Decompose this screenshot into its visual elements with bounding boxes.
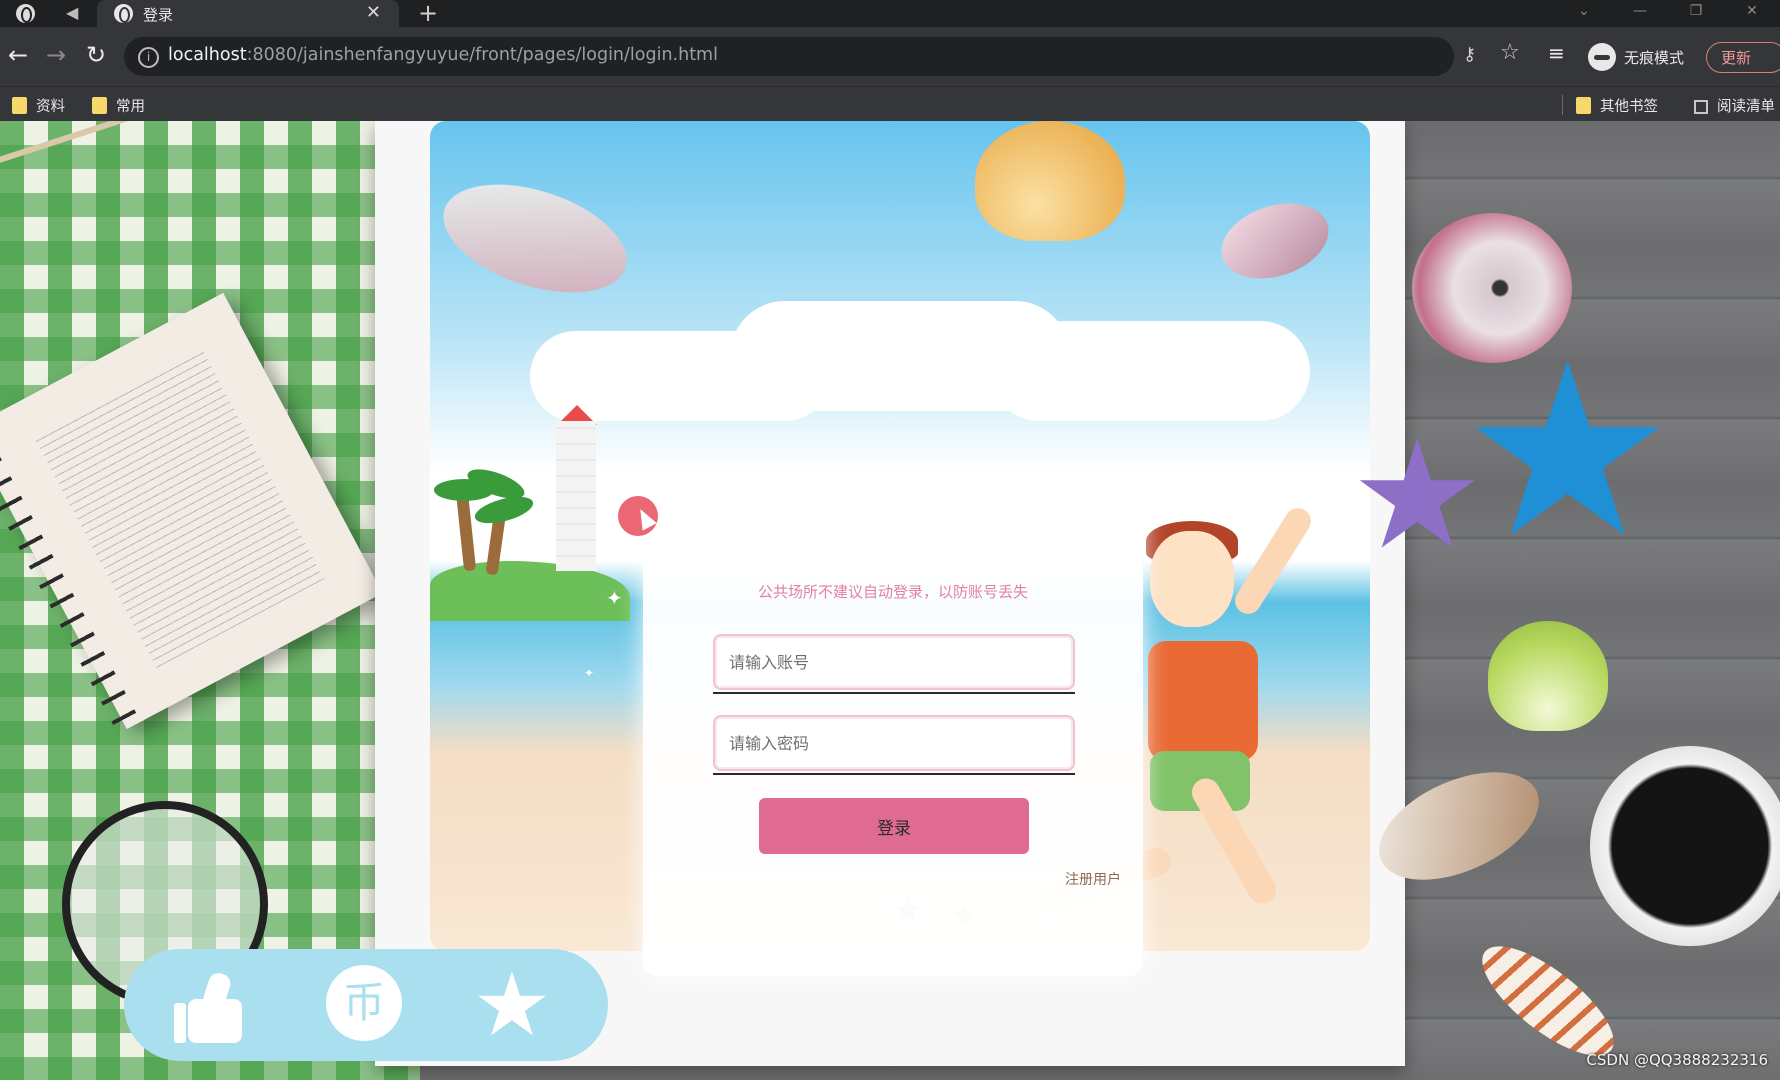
- address-bar[interactable]: i localhost:8080/jainshenfangyuyue/front…: [124, 37, 1454, 76]
- close-window-button[interactable]: ✕: [1724, 0, 1780, 27]
- globe-icon[interactable]: [16, 4, 35, 23]
- close-tab-icon[interactable]: ✕: [366, 2, 381, 23]
- window-controls: ⌄ — ❐ ✕: [1556, 0, 1780, 27]
- tab-search-icon[interactable]: ⌄: [1556, 0, 1612, 27]
- register-user-link[interactable]: 注册用户: [1065, 869, 1121, 889]
- globe-icon: [114, 4, 133, 23]
- boy-head: [1150, 531, 1234, 627]
- favorite-star-icon[interactable]: ★: [472, 961, 552, 1049]
- coin-icon[interactable]: 币: [326, 965, 406, 1045]
- password-field-wrapper: [713, 715, 1075, 775]
- bookmark-star-icon[interactable]: ☆: [1500, 40, 1520, 65]
- blue-starfish-icon: ★: [1460, 311, 1676, 591]
- sparkle-icon: ✦: [606, 586, 623, 610]
- tab-strip: ◀ 登录 ✕ + ⌄ — ❐ ✕: [0, 0, 1780, 27]
- speaker-mute-icon[interactable]: ◀: [66, 3, 78, 22]
- coffee-cup-illustration: [1590, 746, 1780, 946]
- account-field-wrapper: [713, 634, 1075, 694]
- floating-action-bar: 币 ★: [124, 949, 608, 1061]
- cloud: [990, 321, 1310, 421]
- tab-title: 登录: [143, 6, 174, 24]
- boy-arm: [1230, 503, 1316, 619]
- thumb-palm: [188, 999, 242, 1043]
- minimize-button[interactable]: —: [1612, 0, 1668, 27]
- login-page-background: ✦ ✦ ★ ★ ★ ★ 公共场所不建议自动登录，以防账号丢失 登录 注册用户: [0, 121, 1780, 1080]
- url-text[interactable]: localhost:8080/jainshenfangyuyue/front/p…: [168, 45, 718, 65]
- restore-button[interactable]: ❐: [1668, 0, 1724, 27]
- bookmarks-bar: 资料 常用 其他书签 阅读清单: [0, 86, 1780, 122]
- coin-glyph: 币: [326, 965, 402, 1041]
- info-icon[interactable]: i: [138, 47, 159, 68]
- folder-icon: [1576, 97, 1591, 114]
- palm-trunk: [455, 490, 477, 572]
- reading-list-icon: [1694, 100, 1708, 114]
- forward-arrow-icon[interactable]: →: [46, 40, 66, 70]
- bookmark-folder-ziliao[interactable]: 资料: [12, 95, 65, 116]
- tab-login[interactable]: 登录 ✕: [97, 0, 399, 27]
- new-tab-button[interactable]: +: [418, 0, 438, 26]
- login-button[interactable]: 登录: [759, 798, 1029, 854]
- lighthouse: [556, 421, 596, 571]
- csdn-watermark: CSDN @QQ3888232316: [1586, 1051, 1768, 1069]
- island: [430, 561, 630, 621]
- update-button[interactable]: 更新: [1706, 42, 1780, 73]
- folder-icon: [92, 97, 107, 114]
- green-scallop-shell: [1488, 621, 1608, 731]
- reload-icon[interactable]: ↻: [86, 40, 106, 70]
- login-card: 公共场所不建议自动登录，以防账号丢失 登录 注册用户: [643, 471, 1143, 976]
- incognito-label[interactable]: 无痕模式: [1624, 47, 1684, 68]
- reading-list[interactable]: 阅读清单: [1694, 95, 1775, 116]
- incognito-icon[interactable]: [1588, 43, 1616, 71]
- bookmark-folder-changyong[interactable]: 常用: [92, 95, 145, 116]
- password-input[interactable]: [713, 715, 1075, 771]
- security-notice: 公共场所不建议自动登录，以防账号丢失: [757, 583, 1028, 601]
- sparkle-icon: ✦: [584, 666, 595, 680]
- bookmarks-divider: [1562, 95, 1563, 115]
- folder-icon: [12, 97, 27, 114]
- boy-life-vest: [1148, 641, 1258, 761]
- thumbs-up-icon[interactable]: [174, 965, 260, 1045]
- media-queue-icon[interactable]: ≡: [1548, 41, 1565, 65]
- key-icon[interactable]: ⚷: [1463, 44, 1476, 65]
- other-bookmarks[interactable]: 其他书签: [1576, 95, 1658, 116]
- scallop-shell: [975, 121, 1125, 241]
- pink-shell: [1211, 190, 1339, 292]
- thumb-cuff: [174, 1003, 186, 1043]
- conch-shell: [430, 163, 641, 314]
- account-input[interactable]: [713, 634, 1075, 690]
- back-arrow-icon[interactable]: ←: [8, 40, 28, 70]
